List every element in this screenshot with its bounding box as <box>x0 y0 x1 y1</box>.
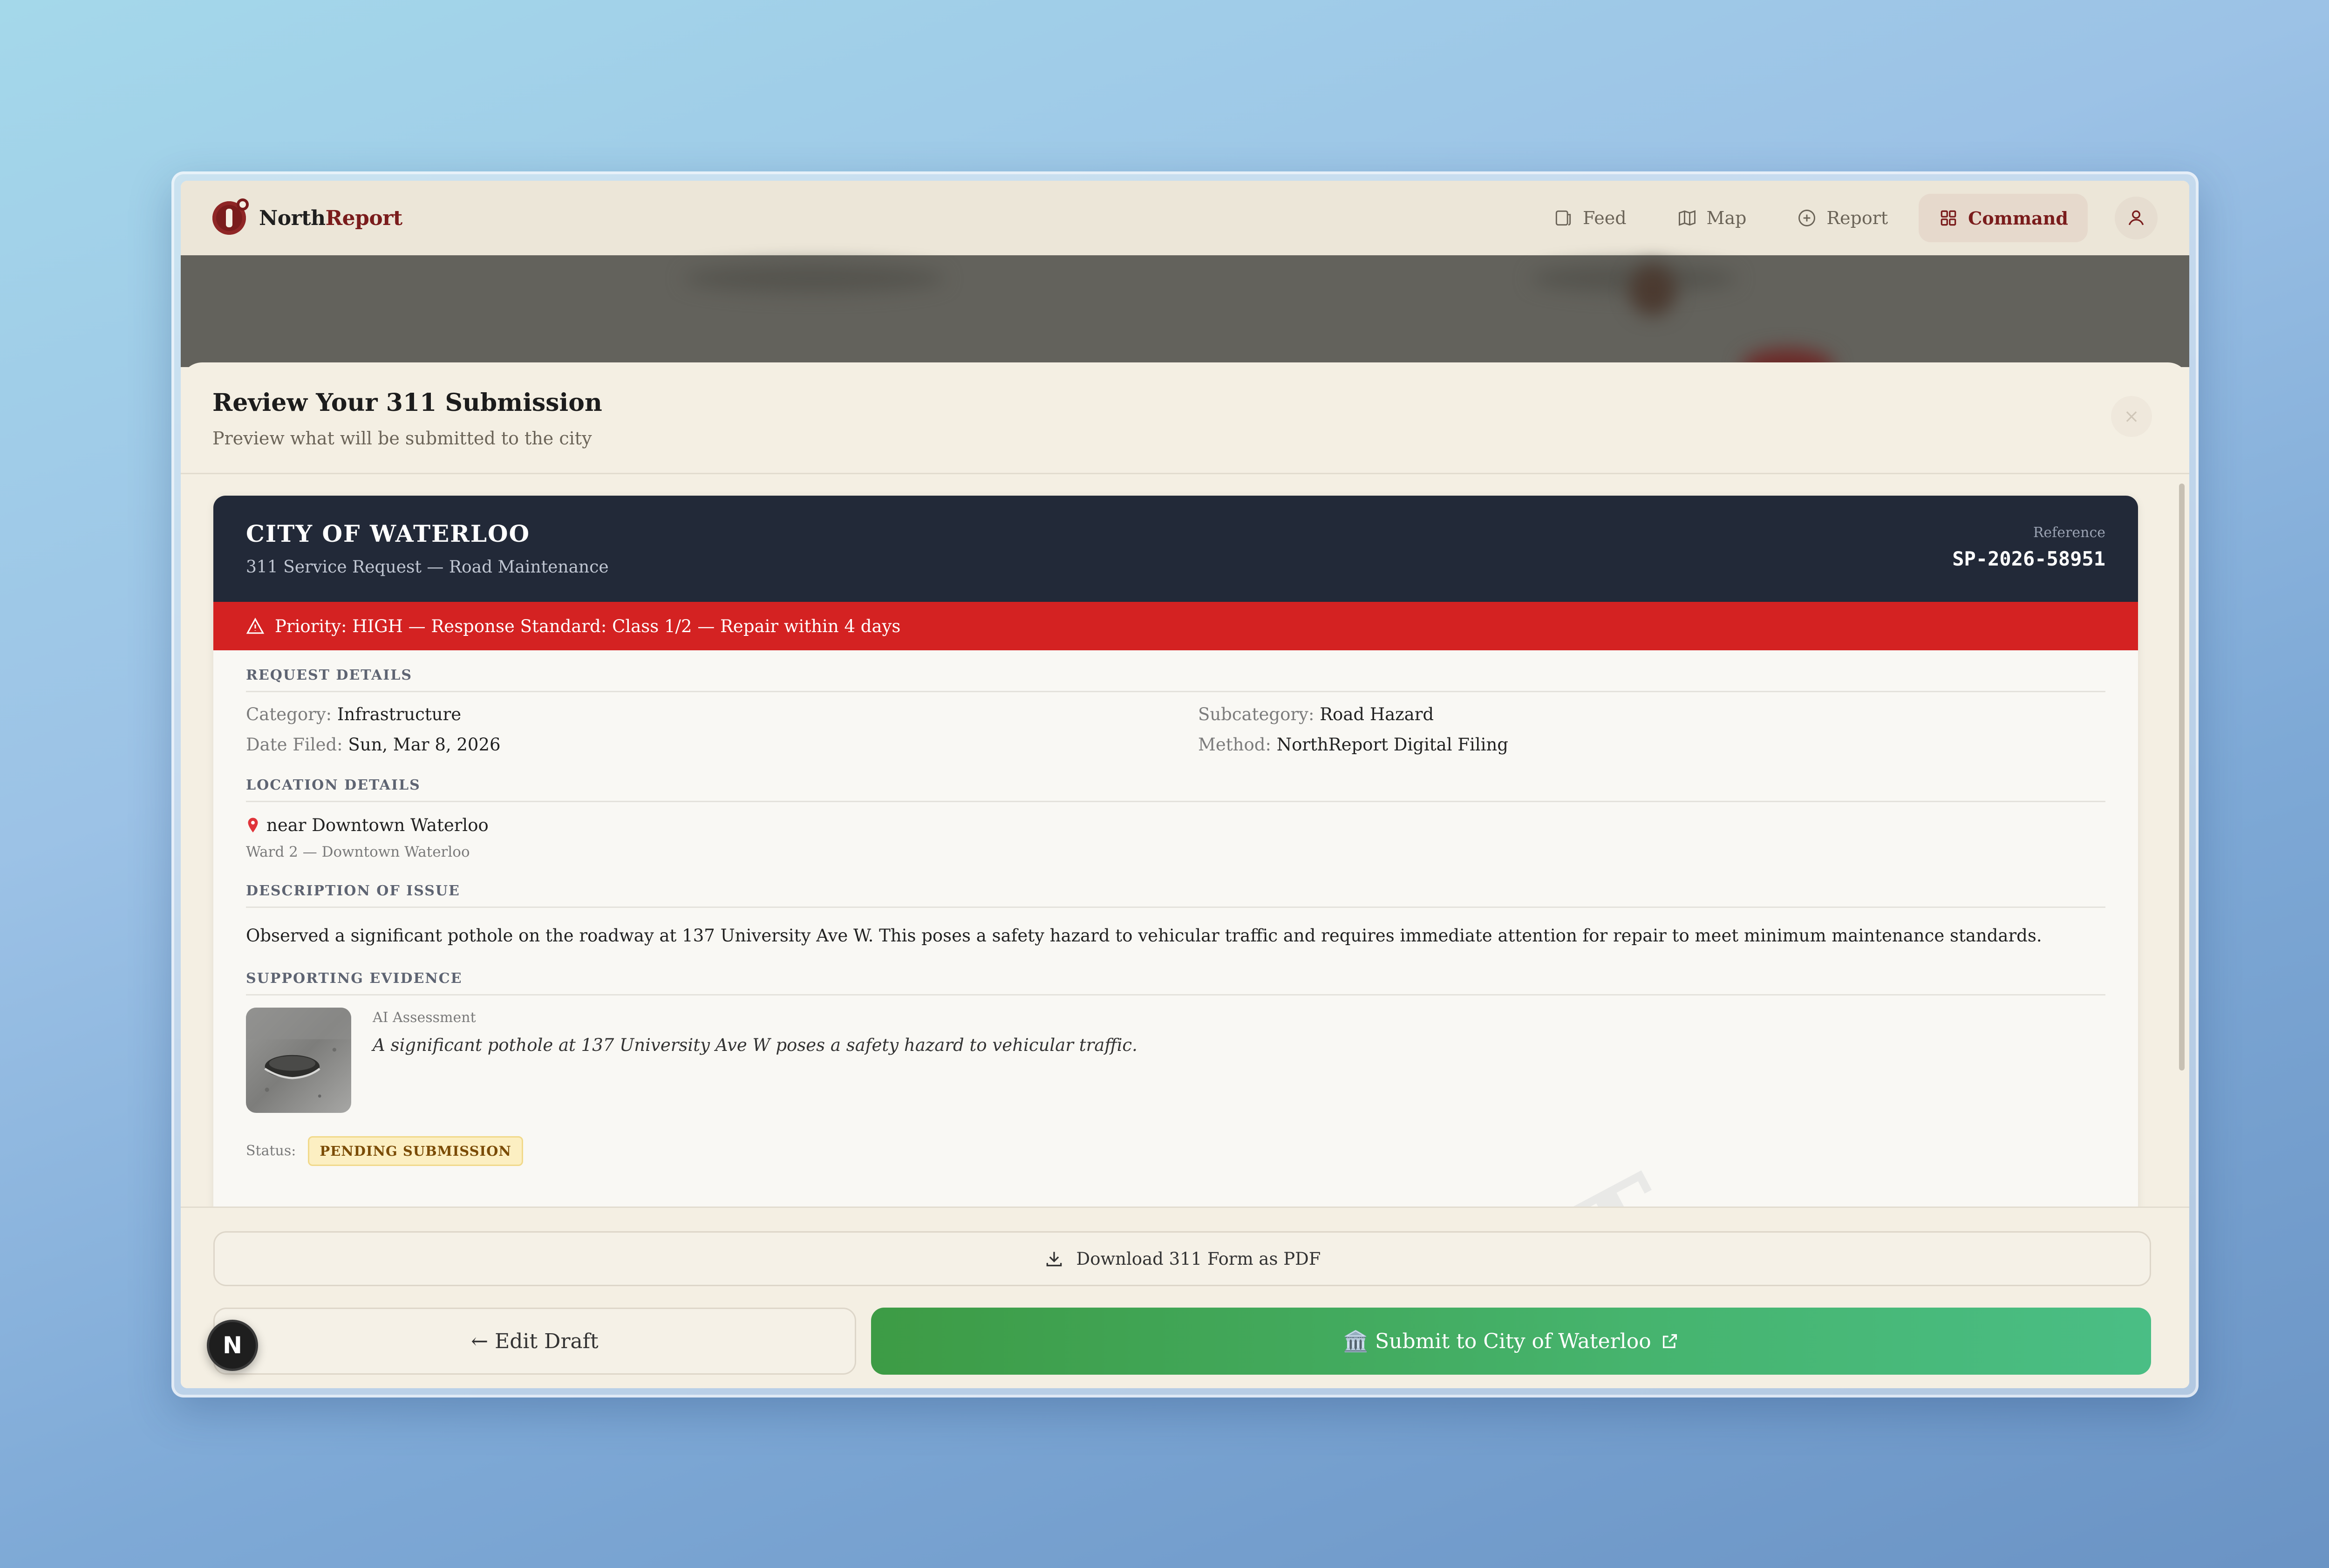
nav-item-label: Map <box>1706 208 1747 228</box>
edit-label: ← Edit Draft <box>471 1329 599 1353</box>
location-line: near Downtown Waterloo <box>246 815 2105 835</box>
nav-item-report[interactable]: Report <box>1777 194 1907 242</box>
nav-item-map[interactable]: Map <box>1657 194 1766 242</box>
request-details-section: REQUEST DETAILS Category: Infrastructure… <box>246 667 2105 755</box>
map-icon <box>1678 210 1696 226</box>
form-body: REQUEST DETAILS Category: Infrastructure… <box>213 650 2138 1166</box>
download-pdf-button[interactable]: Download 311 Form as PDF <box>213 1231 2151 1286</box>
reference-value: SP-2026-58951 <box>1952 547 2105 570</box>
date-filed-field: Date Filed: Sun, Mar 8, 2026 <box>246 735 501 755</box>
grid-icon <box>1941 210 1956 226</box>
reference-label: Reference <box>2033 525 2105 541</box>
nav-item-feed[interactable]: Feed <box>1533 194 1646 242</box>
service-request-form: CITY OF WATERLOO 311 Service Request — R… <box>213 496 2138 1210</box>
download-label: Download 311 Form as PDF <box>1076 1248 1321 1269</box>
service-type: 311 Service Request — Road Maintenance <box>246 558 609 577</box>
sheet-scroll-area[interactable]: CITY OF WATERLOO 311 Service Request — R… <box>181 474 2189 1210</box>
nav-item-label: Command <box>1968 207 2068 229</box>
map-pin-icon <box>248 818 258 832</box>
method-field: Method: NorthReport Digital Filing <box>1198 735 1508 755</box>
assistant-fab[interactable]: N <box>207 1320 258 1371</box>
nav-item-command[interactable]: Command <box>1919 194 2088 242</box>
brand-name: NorthReport <box>259 206 402 230</box>
user-icon <box>2128 210 2144 225</box>
status-badge: PENDING SUBMISSION <box>308 1136 523 1166</box>
sheet-footer: Download 311 Form as PDF ← Edit Draft 🏛️… <box>181 1207 2189 1388</box>
description-section: DESCRIPTION OF ISSUE Observed a signific… <box>246 883 2105 948</box>
subcategory-field: Subcategory: Road Hazard <box>1198 704 1434 724</box>
ai-assessment-text: A significant pothole at 137 University … <box>373 1035 1137 1055</box>
top-nav: NorthReport Feed Map Report Command <box>181 181 2189 255</box>
status-row: Status: PENDING SUBMISSION <box>246 1136 2105 1166</box>
sheet-scrollbar[interactable] <box>2179 484 2185 1070</box>
close-icon: × <box>2124 406 2139 427</box>
pothole-photo[interactable] <box>246 1007 351 1113</box>
priority-text: Priority: HIGH — Response Standard: Clas… <box>275 616 901 636</box>
review-sheet: Review Your 311 Submission Preview what … <box>181 362 2189 1388</box>
category-field: Category: Infrastructure <box>246 704 462 724</box>
submit-to-city-button[interactable]: 🏛️ Submit to City of Waterloo <box>871 1308 2151 1375</box>
ward-text: Ward 2 — Downtown Waterloo <box>246 844 470 860</box>
external-link-icon <box>1662 1334 1677 1348</box>
evidence-section: SUPPORTING EVIDENCE AI Assessment A sign… <box>246 970 2105 1113</box>
city-name: CITY OF WATERLOO <box>246 520 531 547</box>
plus-circle-icon <box>1798 210 1816 226</box>
section-label: REQUEST DETAILS <box>246 667 2105 692</box>
dimmed-map-backdrop <box>181 255 2189 386</box>
submit-label: 🏛️ Submit to City of Waterloo <box>1343 1329 1651 1353</box>
warning-icon <box>246 617 265 634</box>
nav-item-label: Report <box>1826 208 1888 228</box>
browser-window: NorthReport Feed Map Report Command Revi… <box>171 171 2199 1398</box>
section-label: SUPPORTING EVIDENCE <box>246 970 2105 995</box>
form-header: CITY OF WATERLOO 311 Service Request — R… <box>213 496 2138 602</box>
sheet-subtitle: Preview what will be submitted to the ci… <box>212 428 592 449</box>
compass-logo-icon <box>212 198 249 235</box>
sheet-title: Review Your 311 Submission <box>212 389 602 417</box>
close-button[interactable]: × <box>2111 396 2152 437</box>
description-text: Observed a significant pothole on the ro… <box>246 926 2042 946</box>
reference: Reference SP-2026-58951 <box>1952 525 2105 570</box>
section-label: LOCATION DETAILS <box>246 777 2105 802</box>
feed-icon <box>1555 210 1571 226</box>
sheet-header: Review Your 311 Submission Preview what … <box>181 362 2189 474</box>
nav-items: Feed Map Report Command <box>1533 194 2158 242</box>
location-details-section: LOCATION DETAILS near Downtown Waterloo … <box>246 777 2105 860</box>
edit-draft-button[interactable]: ← Edit Draft <box>213 1308 856 1375</box>
download-icon <box>1046 1252 1062 1267</box>
status-label: Status: <box>246 1143 296 1159</box>
ai-assessment-label: AI Assessment <box>373 1009 476 1026</box>
priority-banner: Priority: HIGH — Response Standard: Clas… <box>213 602 2138 650</box>
user-menu-button[interactable] <box>2115 197 2158 239</box>
app-root: NorthReport Feed Map Report Command Revi… <box>181 181 2189 1388</box>
section-label: DESCRIPTION OF ISSUE <box>246 883 2105 908</box>
location-text: near Downtown Waterloo <box>266 815 489 835</box>
brand[interactable]: NorthReport <box>212 198 402 235</box>
nav-item-label: Feed <box>1582 208 1627 228</box>
